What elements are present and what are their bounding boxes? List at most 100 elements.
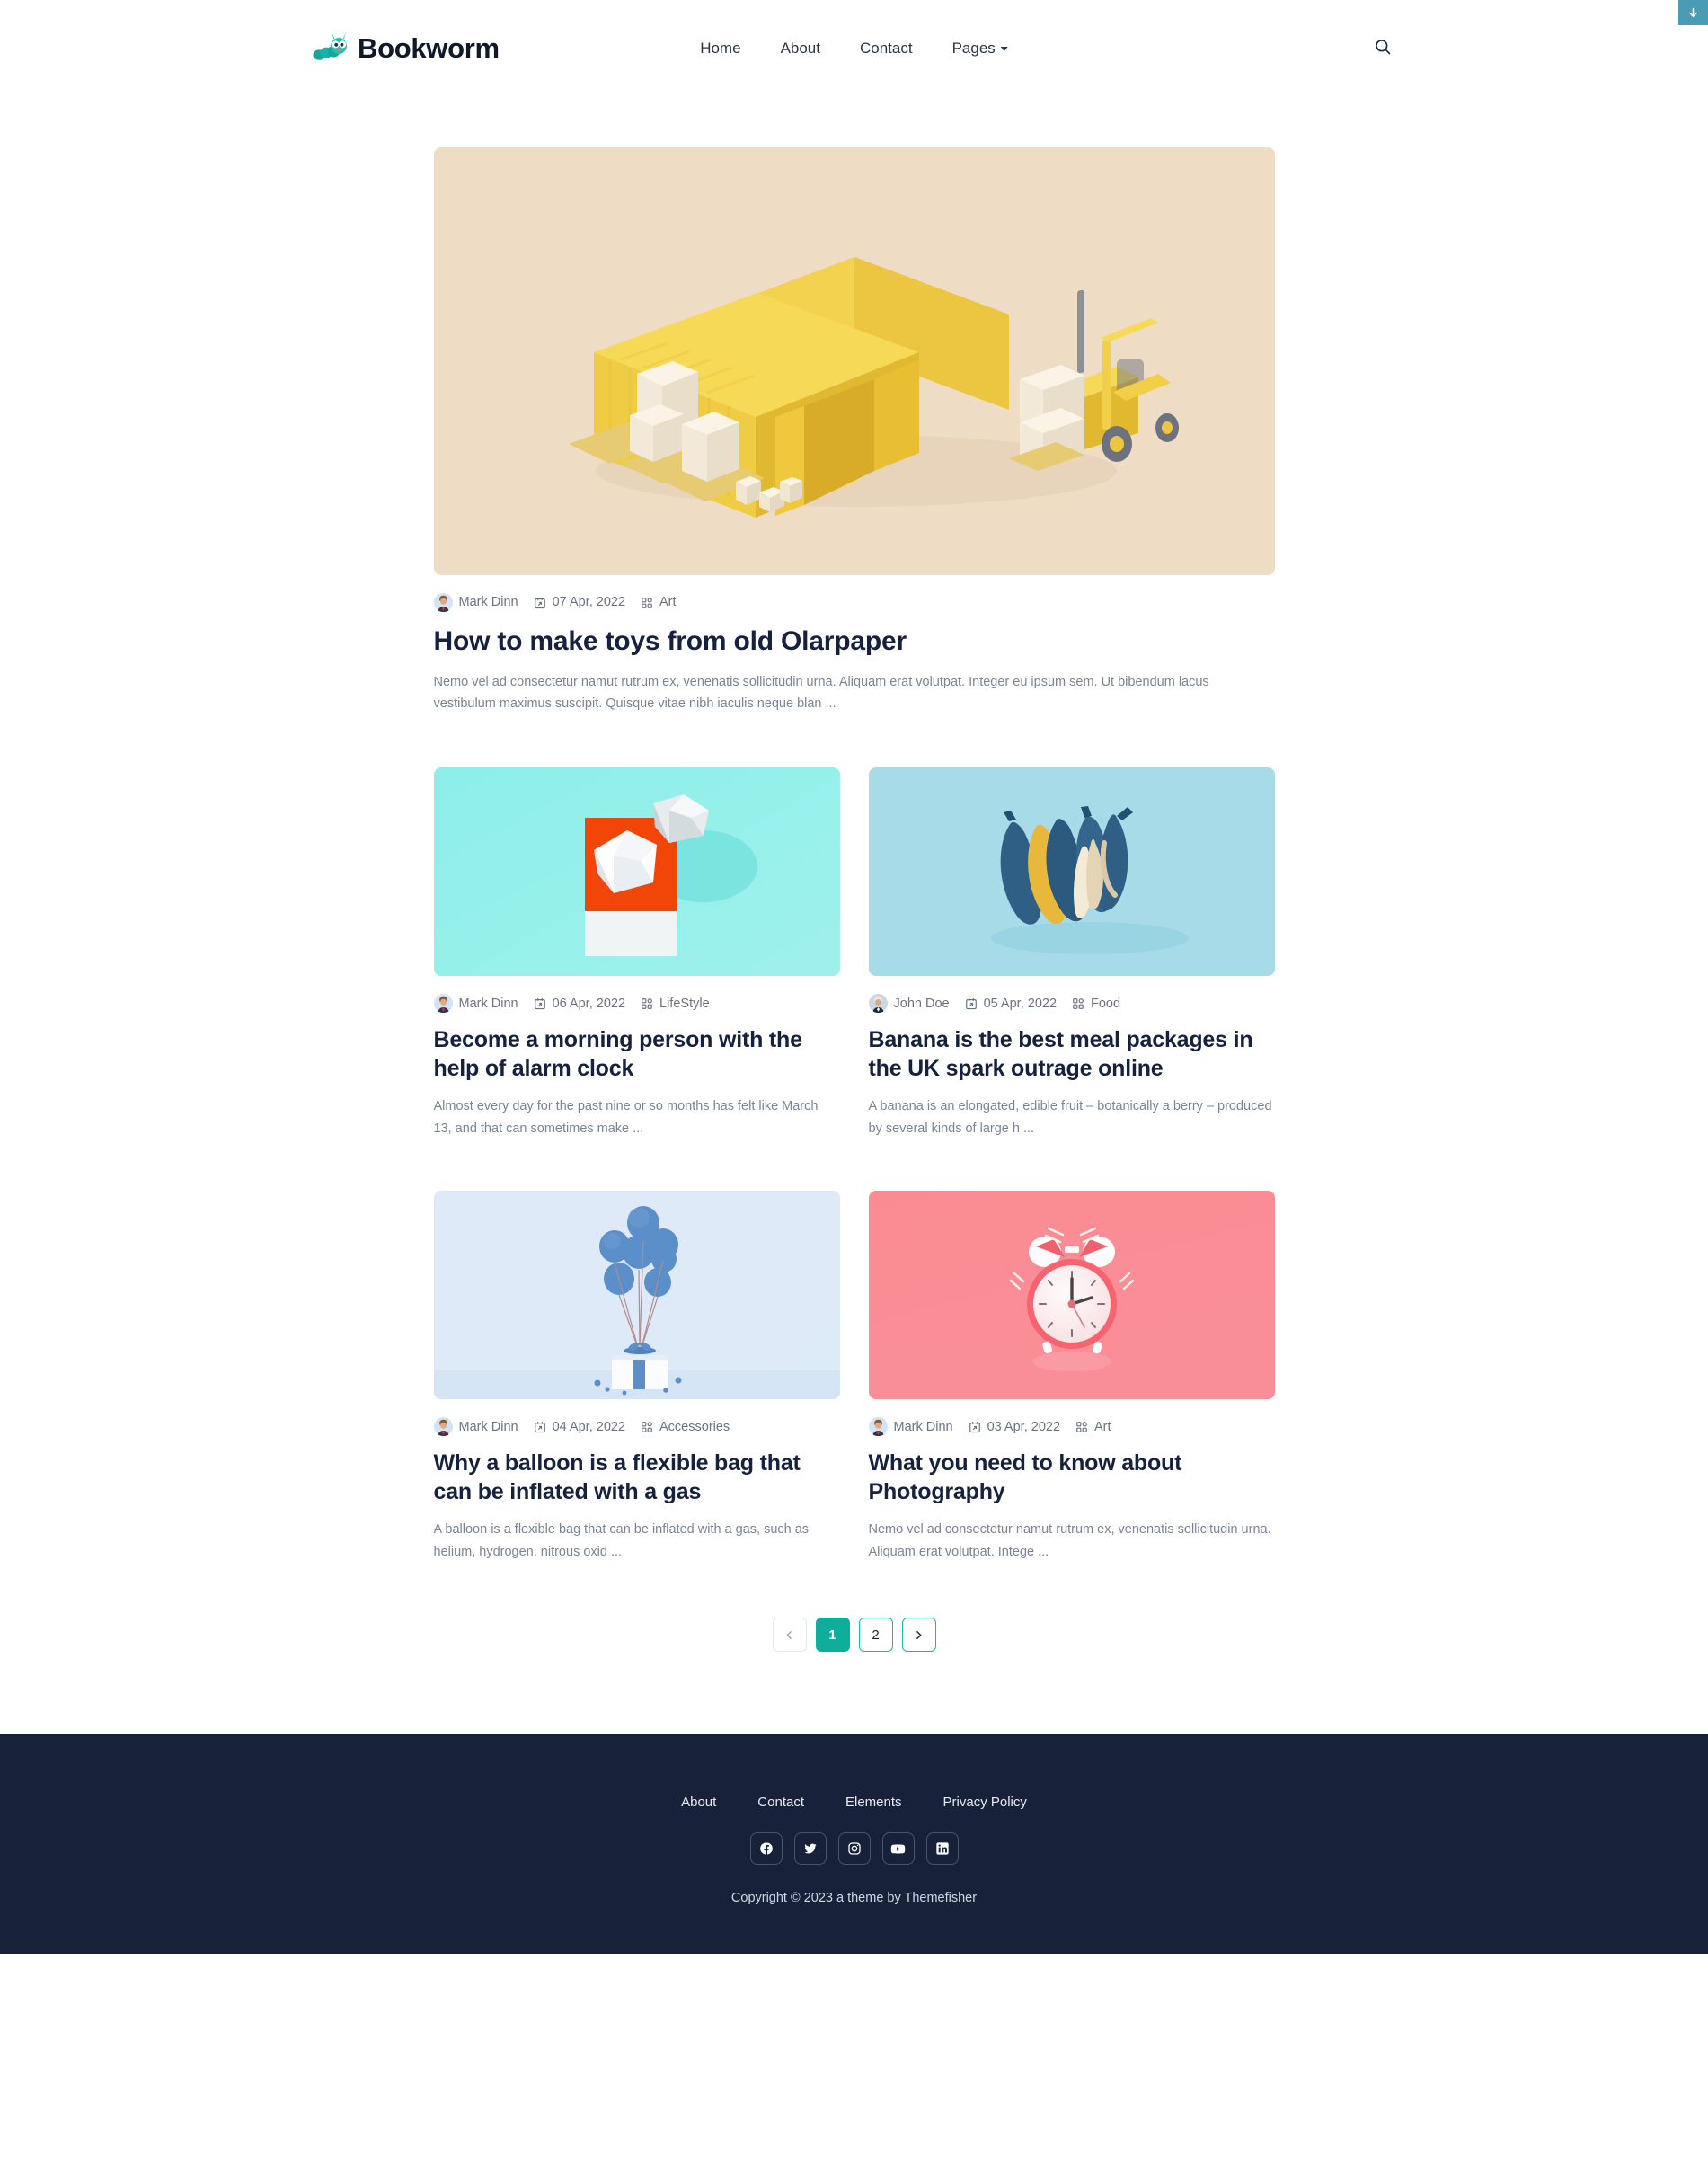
post-date-text: 06 Apr, 2022 [552, 996, 626, 1011]
post-author[interactable]: Mark Dinn [433, 1417, 518, 1437]
nav-item-about-label: About [780, 39, 820, 57]
post-meta: Mark Dinn 03 Apr, 2022 Art [868, 1417, 1275, 1437]
post-category[interactable]: LifeStyle [641, 997, 710, 1011]
post-author-name: Mark Dinn [458, 1419, 518, 1434]
featured-post-category[interactable]: Art [641, 596, 677, 609]
post-date: 06 Apr, 2022 [534, 997, 625, 1011]
post-category-name: LifeStyle [659, 996, 710, 1011]
featured-post-author-name: Mark Dinn [458, 595, 518, 610]
post-excerpt: Nemo vel ad consectetur namut rutrum ex,… [868, 1522, 1271, 1560]
pagination-prev-button[interactable] [772, 1618, 807, 1653]
calendar-icon [969, 1421, 981, 1433]
download-arrow-icon [1686, 6, 1700, 20]
bookworm-caterpillar-logo-icon [313, 32, 350, 63]
post-card: Mark Dinn 03 Apr, 2022 Art What you need… [868, 1191, 1275, 1564]
social-links [749, 1832, 959, 1866]
featured-post-author[interactable]: Mark Dinn [433, 593, 518, 613]
post-author[interactable]: Mark Dinn [868, 1417, 953, 1437]
footer-link-privacy-policy[interactable]: Privacy Policy [943, 1795, 1027, 1809]
avatar-mark-dinn [868, 1417, 888, 1437]
post-author-name: Mark Dinn [893, 1419, 953, 1434]
post-card: Mark Dinn 06 Apr, 2022 LifeStyle Become … [433, 767, 840, 1140]
blue-balloons-with-white-gift-box [433, 1191, 840, 1400]
site-footer: About Contact Elements Privacy Policy Co… [0, 1734, 1708, 1954]
youtube-icon [890, 1841, 906, 1857]
search-icon [1374, 38, 1392, 58]
post-category[interactable]: Food [1072, 997, 1120, 1011]
post-title[interactable]: Banana is the best meal packages in the … [869, 1025, 1275, 1083]
post-category-name: Accessories [659, 1419, 730, 1434]
post-title[interactable]: What you need to know about Photography [869, 1449, 1275, 1506]
avatar-mark-dinn [433, 1417, 453, 1437]
header-inner: Bookworm Home About Contact Pages [0, 0, 1708, 95]
nav-item-contact[interactable]: Contact [860, 40, 913, 56]
nav-item-pages-label: Pages [951, 39, 996, 57]
social-link-twitter[interactable] [793, 1832, 827, 1866]
post-title[interactable]: Become a morning person with the help of… [434, 1025, 840, 1083]
post-date-text: 03 Apr, 2022 [987, 1419, 1061, 1434]
post-category-name: Food [1091, 996, 1121, 1011]
content-container: Mark Dinn 07 Apr, 2022 Art How to make t… [433, 147, 1275, 1653]
nav-item-pages[interactable]: Pages [952, 40, 1008, 56]
post-category-name: Art [1094, 1419, 1111, 1434]
footer-inner: About Contact Elements Privacy Policy Co… [434, 1795, 1275, 1905]
pagination-page-2[interactable]: 2 [858, 1618, 893, 1653]
featured-post-thumbnail[interactable] [433, 147, 1275, 575]
post-date-text: 05 Apr, 2022 [983, 996, 1058, 1011]
grid-category-icon [641, 597, 653, 609]
social-link-linkedin[interactable] [925, 1832, 959, 1866]
search-button[interactable] [1370, 35, 1395, 60]
download-indicator-chip[interactable] [1678, 0, 1708, 25]
post-thumbnail[interactable] [433, 1191, 840, 1400]
footer-link-contact[interactable]: Contact [757, 1795, 804, 1809]
instagram-icon [847, 1841, 862, 1856]
footer-navigation: About Contact Elements Privacy Policy [681, 1795, 1027, 1809]
post-card: John Doe 05 Apr, 2022 Food Banana is the… [868, 767, 1275, 1140]
calendar-icon [534, 1421, 546, 1433]
post-thumbnail[interactable] [868, 1191, 1275, 1400]
post-date: 04 Apr, 2022 [534, 1420, 625, 1434]
featured-post-category-name: Art [659, 595, 677, 610]
avatar-mark-dinn [433, 994, 453, 1014]
social-link-youtube[interactable] [881, 1832, 915, 1866]
post-category[interactable]: Accessories [641, 1419, 730, 1434]
site-header: Bookworm Home About Contact Pages [0, 0, 1708, 95]
post-date: 05 Apr, 2022 [965, 997, 1057, 1011]
main-navigation: Home About Contact Pages [700, 40, 1008, 56]
post-author-name: Mark Dinn [458, 996, 518, 1011]
post-category[interactable]: Art [1075, 1419, 1111, 1434]
brand-logo-link[interactable]: Bookworm [313, 32, 500, 63]
pagination: 1 2 [434, 1618, 1275, 1653]
footer-link-elements[interactable]: Elements [845, 1795, 902, 1809]
grid-category-icon [1072, 997, 1084, 1010]
nav-item-about[interactable]: About [781, 40, 820, 56]
nav-item-contact-label: Contact [860, 39, 913, 57]
featured-post-date: 07 Apr, 2022 [534, 596, 625, 609]
featured-post-excerpt: Nemo vel ad consectetur namut rutrum ex,… [433, 674, 1209, 712]
facebook-icon [759, 1841, 774, 1856]
post-author[interactable]: John Doe [868, 994, 950, 1014]
post-thumbnail[interactable] [868, 767, 1275, 977]
social-link-instagram[interactable] [837, 1832, 871, 1866]
blue-painted-bananas-on-light-blue [868, 767, 1275, 977]
footer-link-about[interactable]: About [681, 1795, 716, 1809]
grid-category-icon [641, 1421, 653, 1433]
chevron-left-icon [783, 1629, 795, 1641]
avatar-john-doe [868, 994, 888, 1014]
post-card: Mark Dinn 04 Apr, 2022 Accessories Why a… [433, 1191, 840, 1564]
paper-craft-geometric-shapes-on-cyan [433, 767, 840, 977]
pagination-next-button[interactable] [901, 1618, 936, 1653]
pagination-page-1[interactable]: 1 [815, 1618, 850, 1653]
post-meta: Mark Dinn 06 Apr, 2022 LifeStyle [433, 994, 840, 1014]
nav-item-home[interactable]: Home [700, 40, 740, 56]
post-thumbnail[interactable] [433, 767, 840, 977]
featured-post-title[interactable]: How to make toys from old Olarpaper [434, 625, 1275, 659]
social-link-facebook[interactable] [749, 1832, 783, 1866]
post-author[interactable]: Mark Dinn [433, 994, 518, 1014]
featured-post-meta: Mark Dinn 07 Apr, 2022 Art [433, 593, 1275, 613]
post-excerpt: A balloon is a flexible bag that can be … [433, 1522, 810, 1560]
post-title[interactable]: Why a balloon is a flexible bag that can… [434, 1449, 840, 1506]
post-meta: Mark Dinn 04 Apr, 2022 Accessories [433, 1417, 840, 1437]
post-excerpt: Almost every day for the past nine or so… [433, 1099, 819, 1137]
chevron-down-icon [1000, 46, 1008, 51]
